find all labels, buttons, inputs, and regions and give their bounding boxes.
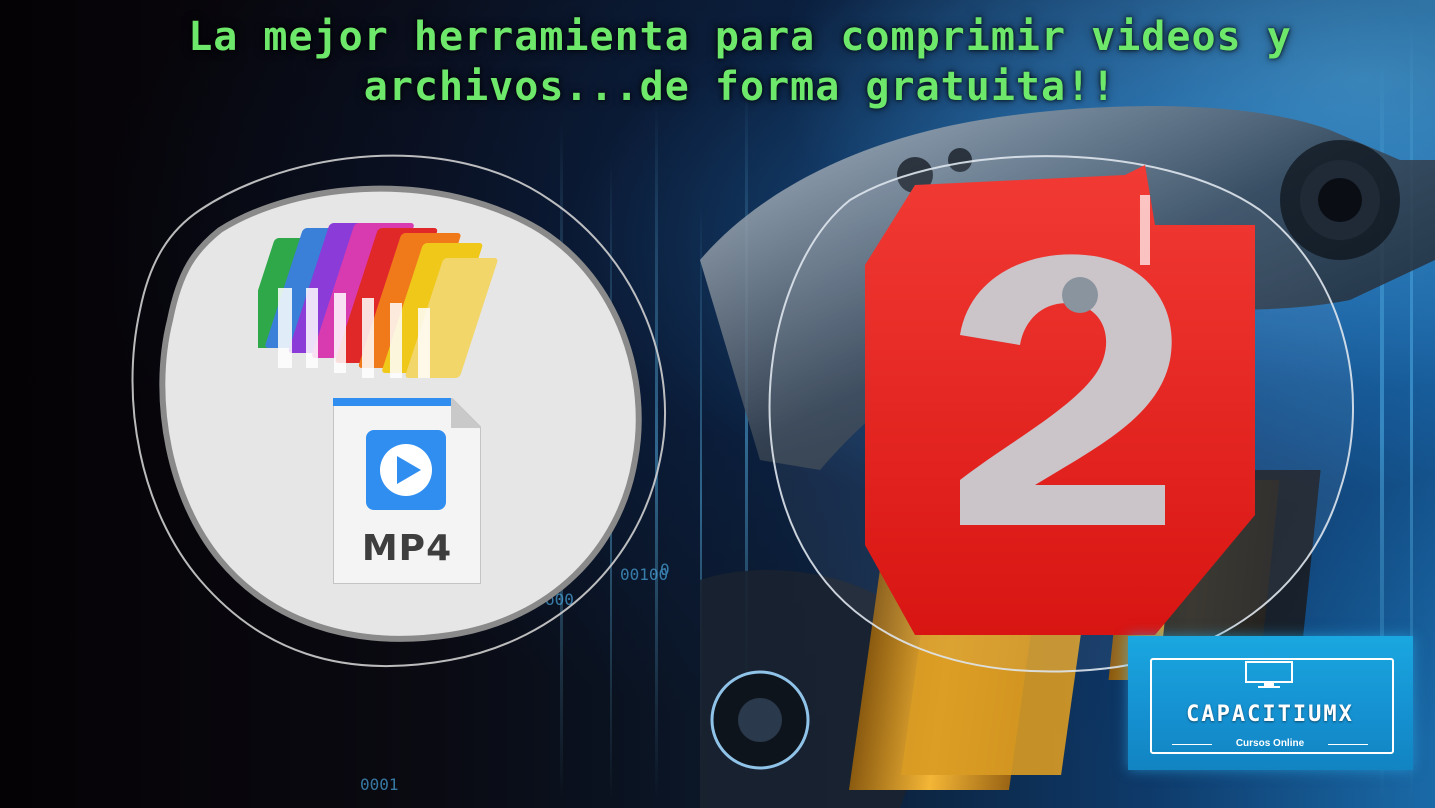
play-icon	[366, 430, 446, 510]
capacitiumx-name: CAPACITIUMX	[1186, 702, 1354, 727]
headline-line-1: La mejor herramienta para comprimir vide…	[188, 14, 1292, 60]
mp4-file-label: MP4	[361, 528, 453, 569]
headline: La mejor herramienta para comprimir vide…	[120, 12, 1360, 112]
thumbnail-canvas: 00100 o00 0 0001 La mejor herramienta pa…	[0, 0, 1435, 808]
monitor-icon	[1245, 661, 1293, 688]
colorful-folders-icon	[258, 223, 498, 378]
red-2-logo-icon	[865, 165, 1255, 635]
headline-line-2: archivos...de forma gratuita!!	[363, 64, 1117, 110]
capacitiumx-subtitle: Cursos Online	[1235, 738, 1305, 749]
svg-text:0001: 0001	[360, 775, 399, 794]
